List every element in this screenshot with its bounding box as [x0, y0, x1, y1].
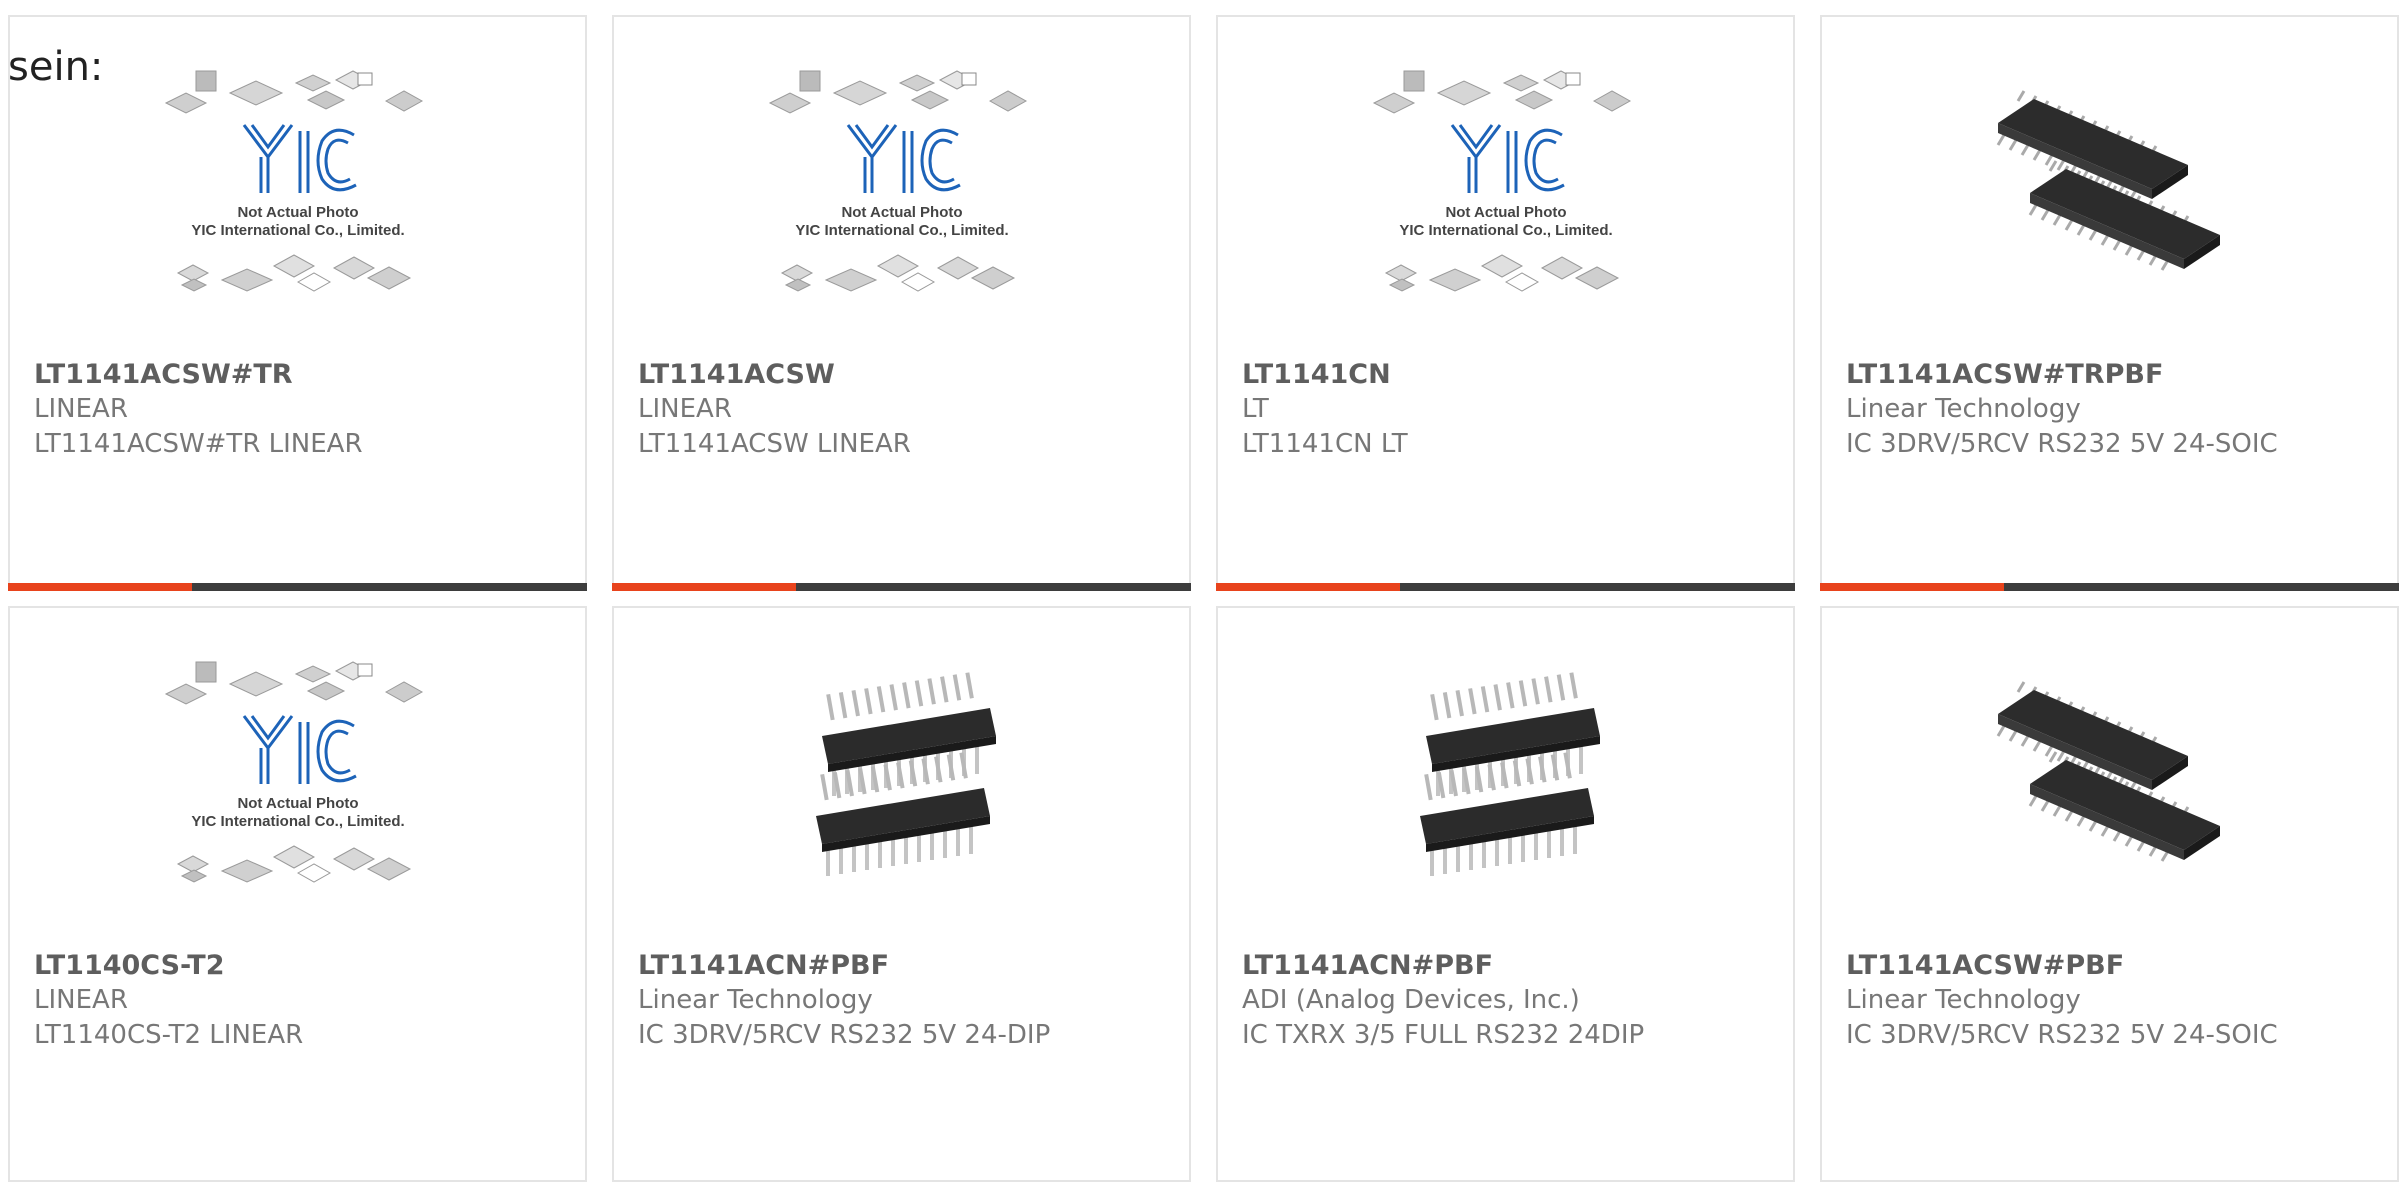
product-info: LT1141CN LT LT1141CN LT: [1242, 357, 1773, 462]
card-bar-accent: [8, 583, 192, 591]
product-card[interactable]: LT1141ACN#PBF ADI (Analog Devices, Inc.)…: [1216, 606, 1795, 1182]
product-card[interactable]: Not Actual Photo YIC International Co., L…: [1216, 15, 1795, 591]
product-image[interactable]: [762, 656, 1042, 906]
description-label: LT1141ACSW#TR LINEAR: [34, 429, 363, 459]
card-bar-accent: [1820, 583, 2004, 591]
description-label: IC 3DRV/5RCV RS232 5V 24-SOIC: [1846, 429, 2278, 459]
product-info: LT1141ACSW#PBF Linear Technology IC 3DRV…: [1846, 948, 2377, 1053]
product-card[interactable]: LT1141ACSW#TRPBF Linear Technology IC 3D…: [1820, 15, 2399, 591]
part-number-link[interactable]: LT1141ACSW: [638, 357, 1169, 392]
description-label: IC 3DRV/5RCV RS232 5V 24-DIP: [638, 1020, 1051, 1050]
description-label: IC 3DRV/5RCV RS232 5V 24-SOIC: [1846, 1020, 2278, 1050]
part-number-link[interactable]: LT1140CS-T2: [34, 948, 565, 983]
product-image[interactable]: Not Actual Photo YIC International Co., L…: [158, 65, 438, 315]
svg-text:YIC International Co., Limited: YIC International Co., Limited.: [1399, 222, 1612, 239]
card-bar-accent: [612, 583, 796, 591]
part-number-link[interactable]: LT1141CN: [1242, 357, 1773, 392]
svg-text:Not Actual Photo: Not Actual Photo: [1445, 204, 1566, 221]
svg-text:YIC International Co., Limited: YIC International Co., Limited.: [191, 222, 404, 239]
product-info: LT1141ACSW LINEAR LT1141ACSW LINEAR: [638, 357, 1169, 462]
card-bottom-bar: [8, 583, 587, 591]
product-info: LT1141ACN#PBF Linear Technology IC 3DRV/…: [638, 948, 1169, 1053]
part-number-link[interactable]: LT1141ACSW#TRPBF: [1846, 357, 2377, 392]
product-card[interactable]: Not Actual Photo YIC International Co., L…: [8, 606, 587, 1182]
manufacturer-label: Linear Technology: [1846, 985, 2081, 1015]
card-bottom-bar: [1216, 583, 1795, 591]
part-number-link[interactable]: LT1141ACN#PBF: [638, 948, 1169, 983]
svg-text:Not Actual Photo: Not Actual Photo: [841, 204, 962, 221]
description-label: LT1141CN LT: [1242, 429, 1408, 459]
svg-text:YIC International Co., Limited: YIC International Co., Limited.: [191, 813, 404, 830]
product-image[interactable]: [1970, 656, 2250, 906]
description-label: LT1140CS-T2 LINEAR: [34, 1020, 304, 1050]
product-image[interactable]: Not Actual Photo YIC International Co., L…: [158, 656, 438, 906]
manufacturer-label: LT: [1242, 394, 1269, 424]
manufacturer-label: LINEAR: [34, 985, 128, 1015]
product-info: LT1141ACSW#TR LINEAR LT1141ACSW#TR LINEA…: [34, 357, 565, 462]
manufacturer-label: Linear Technology: [1846, 394, 2081, 424]
product-card[interactable]: LT1141ACN#PBF Linear Technology IC 3DRV/…: [612, 606, 1191, 1182]
manufacturer-label: LINEAR: [34, 394, 128, 424]
manufacturer-label: Linear Technology: [638, 985, 873, 1015]
card-bottom-bar: [1820, 583, 2399, 591]
intro-text: sein:: [8, 44, 104, 90]
card-bar-accent: [1216, 583, 1400, 591]
part-number-link[interactable]: LT1141ACN#PBF: [1242, 948, 1773, 983]
description-label: LT1141ACSW LINEAR: [638, 429, 911, 459]
product-grid: Not Actual Photo YIC International Co., L…: [8, 15, 2399, 1182]
svg-text:YIC International Co., Limited: YIC International Co., Limited.: [795, 222, 1008, 239]
product-image[interactable]: Not Actual Photo YIC International Co., L…: [762, 65, 1042, 315]
manufacturer-label: ADI (Analog Devices, Inc.): [1242, 985, 1580, 1015]
part-number-link[interactable]: LT1141ACSW#PBF: [1846, 948, 2377, 983]
product-image[interactable]: [1366, 656, 1646, 906]
product-info: LT1141ACN#PBF ADI (Analog Devices, Inc.)…: [1242, 948, 1773, 1053]
product-card[interactable]: Not Actual Photo YIC International Co., L…: [612, 15, 1191, 591]
product-card[interactable]: LT1141ACSW#PBF Linear Technology IC 3DRV…: [1820, 606, 2399, 1182]
svg-text:Not Actual Photo: Not Actual Photo: [237, 204, 358, 221]
part-number-link[interactable]: LT1141ACSW#TR: [34, 357, 565, 392]
product-info: LT1140CS-T2 LINEAR LT1140CS-T2 LINEAR: [34, 948, 565, 1053]
card-bottom-bar: [612, 583, 1191, 591]
product-card[interactable]: Not Actual Photo YIC International Co., L…: [8, 15, 587, 591]
description-label: IC TXRX 3/5 FULL RS232 24DIP: [1242, 1020, 1645, 1050]
product-image[interactable]: Not Actual Photo YIC International Co., L…: [1366, 65, 1646, 315]
manufacturer-label: LINEAR: [638, 394, 732, 424]
product-image[interactable]: [1970, 65, 2250, 315]
svg-text:Not Actual Photo: Not Actual Photo: [237, 795, 358, 812]
product-info: LT1141ACSW#TRPBF Linear Technology IC 3D…: [1846, 357, 2377, 462]
